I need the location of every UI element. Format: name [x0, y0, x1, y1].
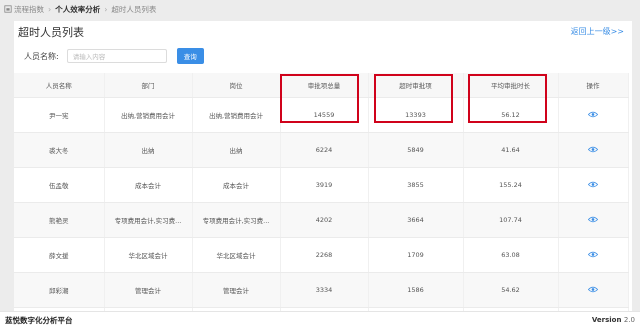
footer-brand: 蓝悦数字化分析平台 [5, 315, 73, 325]
header-action: 操作 [558, 73, 629, 98]
cell-department: 出纳 [104, 132, 193, 168]
table-row: 裘大冬 出纳 出纳 6224 5849 41.64 [14, 132, 629, 168]
cell-position: 华北区域会计 [192, 237, 281, 273]
breadcrumb-separator: › [104, 4, 108, 14]
version-label: Version [591, 316, 622, 324]
cell-department: 专项费用会计,实习费... [104, 202, 193, 238]
cell-department: 出纳,营销费用会计 [104, 97, 193, 133]
version-number: 2.0 [623, 316, 635, 324]
cell-position: 专项费用会计,实习费... [192, 202, 281, 238]
breadcrumb-item-efficiency[interactable]: 个人效率分析 [55, 4, 100, 15]
cell-action [558, 237, 629, 273]
cell-total-approvals: 2268 [280, 237, 369, 273]
eye-icon[interactable] [588, 111, 598, 118]
breadcrumb: 流程指数 › 个人效率分析 › 超时人员列表 [4, 4, 156, 15]
table-row: 熊艳灵 专项费用会计,实习费... 专项费用会计,实习费... 4202 3664 107… [14, 202, 629, 238]
eye-icon[interactable] [588, 181, 598, 188]
breadcrumb-item-process-index[interactable]: 流程指数 [14, 4, 44, 15]
table-row: 薛文援 华北区域会计 华北区域会计 2268 1709 63.08 [14, 237, 629, 273]
cell-name: 邱彩潮 [14, 272, 105, 308]
cell-total-approvals: 3334 [280, 272, 369, 308]
search-button[interactable]: 查询 [176, 48, 204, 64]
table-row: 伍孟敬 成本会计 成本会计 3919 3855 155.24 [14, 167, 629, 203]
cell-avg-duration: 63.08 [463, 237, 559, 273]
cell-department: 华北区域会计 [104, 237, 193, 273]
cell-name: 伍孟敬 [14, 167, 105, 203]
highlight-box-avg [468, 74, 547, 123]
table-row: 邱彩潮 管理会计 管理会计 3334 1586 54.62 [14, 272, 629, 308]
cell-action [558, 202, 629, 238]
cell-avg-duration: 155.24 [463, 167, 559, 203]
cell-position: 出纳,营销费用会计 [192, 97, 281, 133]
breadcrumb-separator: › [48, 4, 52, 14]
header-name[interactable]: 人员名称 [14, 73, 105, 98]
cell-department: 管理会计 [104, 272, 193, 308]
search-input[interactable]: 请输入内容 [66, 49, 167, 63]
cell-avg-duration: 107.74 [463, 202, 559, 238]
search-row: 人员名称: 请输入内容 查询 [24, 48, 204, 64]
cell-name: 熊艳灵 [14, 202, 105, 238]
cell-name: 尹一宪 [14, 97, 105, 133]
cell-position: 管理会计 [192, 272, 281, 308]
cell-overtime-approvals: 1586 [368, 272, 464, 308]
footer: 蓝悦数字化分析平台 Version 2.0 [0, 311, 640, 328]
cell-action [558, 167, 629, 203]
cell-overtime-approvals: 3664 [368, 202, 464, 238]
top-bar: 流程指数 › 个人效率分析 › 超时人员列表 [0, 0, 640, 18]
cell-position: 出纳 [192, 132, 281, 168]
cell-overtime-approvals: 3855 [368, 167, 464, 203]
cell-position: 成本会计 [192, 167, 281, 203]
highlight-box-overtime [374, 74, 453, 123]
cell-total-approvals: 3919 [280, 167, 369, 203]
search-label: 人员名称: [24, 51, 59, 61]
cell-action [558, 272, 629, 308]
eye-icon[interactable] [588, 146, 598, 153]
header-department[interactable]: 部门 [104, 73, 193, 98]
eye-icon[interactable] [588, 286, 598, 293]
cell-overtime-approvals: 5849 [368, 132, 464, 168]
highlight-box-total [280, 74, 359, 123]
cell-total-approvals: 6224 [280, 132, 369, 168]
cell-overtime-approvals: 1709 [368, 237, 464, 273]
header-position[interactable]: 岗位 [192, 73, 281, 98]
content-card: 超时人员列表 返回上一级>> 人员名称: 请输入内容 查询 人员名称 部门 岗位… [14, 21, 632, 311]
cell-avg-duration: 41.64 [463, 132, 559, 168]
cell-name: 薛文援 [14, 237, 105, 273]
eye-icon[interactable] [588, 216, 598, 223]
cell-action [558, 97, 629, 133]
cell-avg-duration: 54.62 [463, 272, 559, 308]
cell-department: 成本会计 [104, 167, 193, 203]
back-link[interactable]: 返回上一级>> [571, 26, 624, 37]
footer-version: Version 2.0 [592, 316, 635, 324]
eye-icon[interactable] [588, 251, 598, 258]
page-title: 超时人员列表 [18, 26, 84, 39]
table-body: 尹一宪 出纳,营销费用会计 出纳,营销费用会计 14559 13393 56.12 裘大冬出… [14, 97, 629, 311]
home-icon [4, 5, 12, 13]
breadcrumb-item-current: 超时人员列表 [111, 4, 157, 14]
cell-total-approvals: 4202 [280, 202, 369, 238]
cell-action [558, 132, 629, 168]
cell-name: 裘大冬 [14, 132, 105, 168]
